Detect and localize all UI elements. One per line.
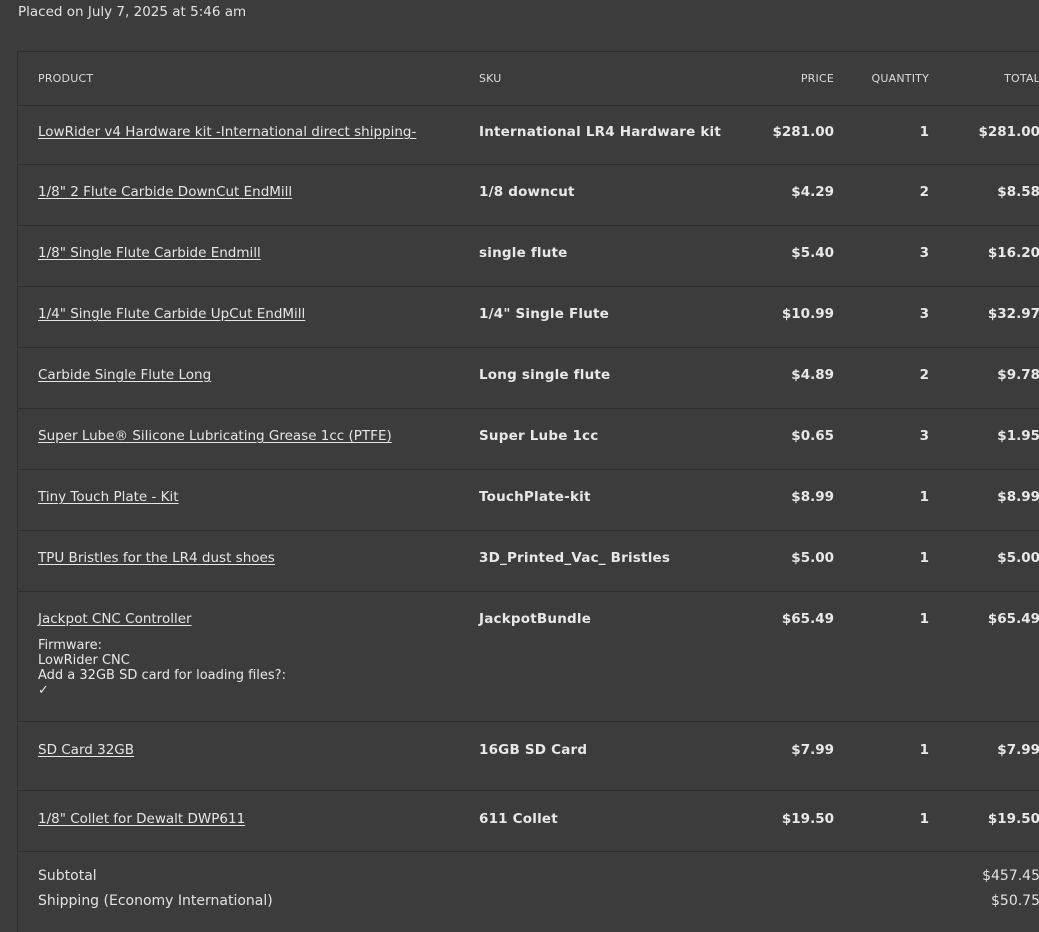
total-value: $7.99 — [997, 742, 1039, 758]
price-value: $65.49 — [781, 611, 834, 627]
price-value: $4.29 — [791, 184, 834, 200]
quantity-value: 1 — [919, 811, 929, 827]
header-sku: SKU — [459, 52, 734, 106]
header-price: PRICE — [734, 52, 834, 106]
table-header-row: PRODUCT SKU PRICE QUANTITY TOTAL — [18, 52, 1039, 106]
product-link[interactable]: 1/8" Single Flute Carbide Endmill — [38, 245, 261, 261]
product-link[interactable]: Super Lube® Silicone Lubricating Grease … — [38, 428, 392, 444]
table-row: Carbide Single Flute Long Long single fl… — [18, 347, 1039, 409]
product-link[interactable]: 1/8" 2 Flute Carbide DownCut EndMill — [38, 184, 292, 200]
table-row: LowRider v4 Hardware kit -International … — [18, 105, 1039, 165]
header-total: TOTAL — [946, 52, 1039, 106]
total-value: $5.00 — [997, 550, 1039, 566]
table-row: TPU Bristles for the LR4 dust shoes 3D_P… — [18, 530, 1039, 592]
header-product: PRODUCT — [18, 52, 459, 106]
order-totals: Subtotal $457.45 Shipping (Economy Inter… — [18, 868, 1039, 918]
sku-value: single flute — [479, 245, 568, 261]
price-value: $7.99 — [791, 742, 834, 758]
price-value: $4.89 — [791, 367, 834, 383]
option-value-sd-card-checkmark: ✓ — [38, 683, 49, 698]
total-value: $16.20 — [987, 245, 1039, 261]
product-link[interactable]: 1/4" Single Flute Carbide UpCut EndMill — [38, 306, 305, 322]
product-link[interactable]: LowRider v4 Hardware kit -International … — [38, 124, 416, 140]
quantity-value: 1 — [919, 742, 929, 758]
total-value: $8.58 — [997, 184, 1039, 200]
table-row: Jackpot CNC Controller Firmware: LowRide… — [18, 591, 1039, 722]
quantity-value: 1 — [919, 611, 929, 627]
table-row: 1/4" Single Flute Carbide UpCut EndMill … — [18, 286, 1039, 348]
sku-value: Long single flute — [479, 367, 611, 383]
total-value: $8.99 — [997, 489, 1039, 505]
price-value: $5.00 — [791, 550, 834, 566]
shipping-label: Shipping (Economy International) — [38, 893, 273, 909]
total-value: $65.49 — [987, 611, 1039, 627]
price-value: $10.99 — [781, 306, 834, 322]
subtotal-label: Subtotal — [38, 868, 97, 884]
product-options: Firmware: LowRider CNC Add a 32GB SD car… — [38, 638, 459, 698]
order-items-panel: PRODUCT SKU PRICE QUANTITY TOTAL LowRide… — [17, 51, 1039, 932]
quantity-value: 1 — [919, 489, 929, 505]
option-value-firmware: LowRider CNC — [38, 653, 130, 668]
product-link[interactable]: SD Card 32GB — [38, 742, 134, 758]
table-row: SD Card 32GB 16GB SD Card $7.99 1 $7.99 — [18, 721, 1039, 791]
price-value: $0.65 — [791, 428, 834, 444]
option-label-firmware: Firmware: — [38, 638, 102, 653]
header-quantity: QUANTITY — [834, 52, 946, 106]
option-label-sd-card: Add a 32GB SD card for loading files?: — [38, 668, 286, 683]
sku-value: 611 Collet — [479, 811, 558, 827]
price-value: $8.99 — [791, 489, 834, 505]
total-value: $9.78 — [997, 367, 1039, 383]
total-value: $281.00 — [978, 124, 1039, 140]
product-link[interactable]: 1/8" Collet for Dewalt DWP611 — [38, 811, 245, 827]
price-value: $19.50 — [781, 811, 834, 827]
table-row: 1/8" 2 Flute Carbide DownCut EndMill 1/8… — [18, 164, 1039, 226]
quantity-value: 3 — [919, 428, 929, 444]
quantity-value: 1 — [919, 124, 929, 140]
total-value: $32.97 — [987, 306, 1039, 322]
subtotal-row: Subtotal $457.45 — [18, 868, 1039, 893]
total-value: $1.95 — [997, 428, 1039, 444]
product-link[interactable]: TPU Bristles for the LR4 dust shoes — [38, 550, 275, 566]
shipping-row: Shipping (Economy International) $50.75 — [18, 893, 1039, 918]
sku-value: 1/8 downcut — [479, 184, 575, 200]
product-link[interactable]: Jackpot CNC Controller — [38, 611, 192, 627]
sku-value: Super Lube 1cc — [479, 428, 599, 444]
quantity-value: 2 — [919, 184, 929, 200]
price-value: $281.00 — [772, 124, 835, 140]
sku-value: 1/4" Single Flute — [479, 306, 610, 322]
quantity-value: 1 — [919, 550, 929, 566]
table-row: Tiny Touch Plate - Kit TouchPlate-kit $8… — [18, 469, 1039, 531]
sku-value: International LR4 Hardware kit — [479, 124, 721, 140]
product-link[interactable]: Tiny Touch Plate - Kit — [38, 489, 179, 505]
quantity-value: 3 — [919, 306, 929, 322]
sku-value: 3D_Printed_Vac_ Bristles — [479, 550, 671, 566]
table-row: 1/8" Collet for Dewalt DWP611 611 Collet… — [18, 790, 1039, 852]
quantity-value: 3 — [919, 245, 929, 261]
subtotal-value: $457.45 — [982, 868, 1039, 884]
sku-value: TouchPlate-kit — [479, 489, 591, 505]
sku-value: JackpotBundle — [479, 611, 592, 627]
price-value: $5.40 — [791, 245, 834, 261]
sku-value: 16GB SD Card — [479, 742, 588, 758]
total-value: $19.50 — [987, 811, 1039, 827]
order-items-table: PRODUCT SKU PRICE QUANTITY TOTAL LowRide… — [18, 52, 1039, 852]
quantity-value: 2 — [919, 367, 929, 383]
order-placed-date: Placed on July 7, 2025 at 5:46 am — [18, 4, 247, 20]
product-link[interactable]: Carbide Single Flute Long — [38, 367, 211, 383]
table-row: 1/8" Single Flute Carbide Endmill single… — [18, 225, 1039, 287]
table-row: Super Lube® Silicone Lubricating Grease … — [18, 408, 1039, 470]
shipping-value: $50.75 — [991, 893, 1039, 909]
